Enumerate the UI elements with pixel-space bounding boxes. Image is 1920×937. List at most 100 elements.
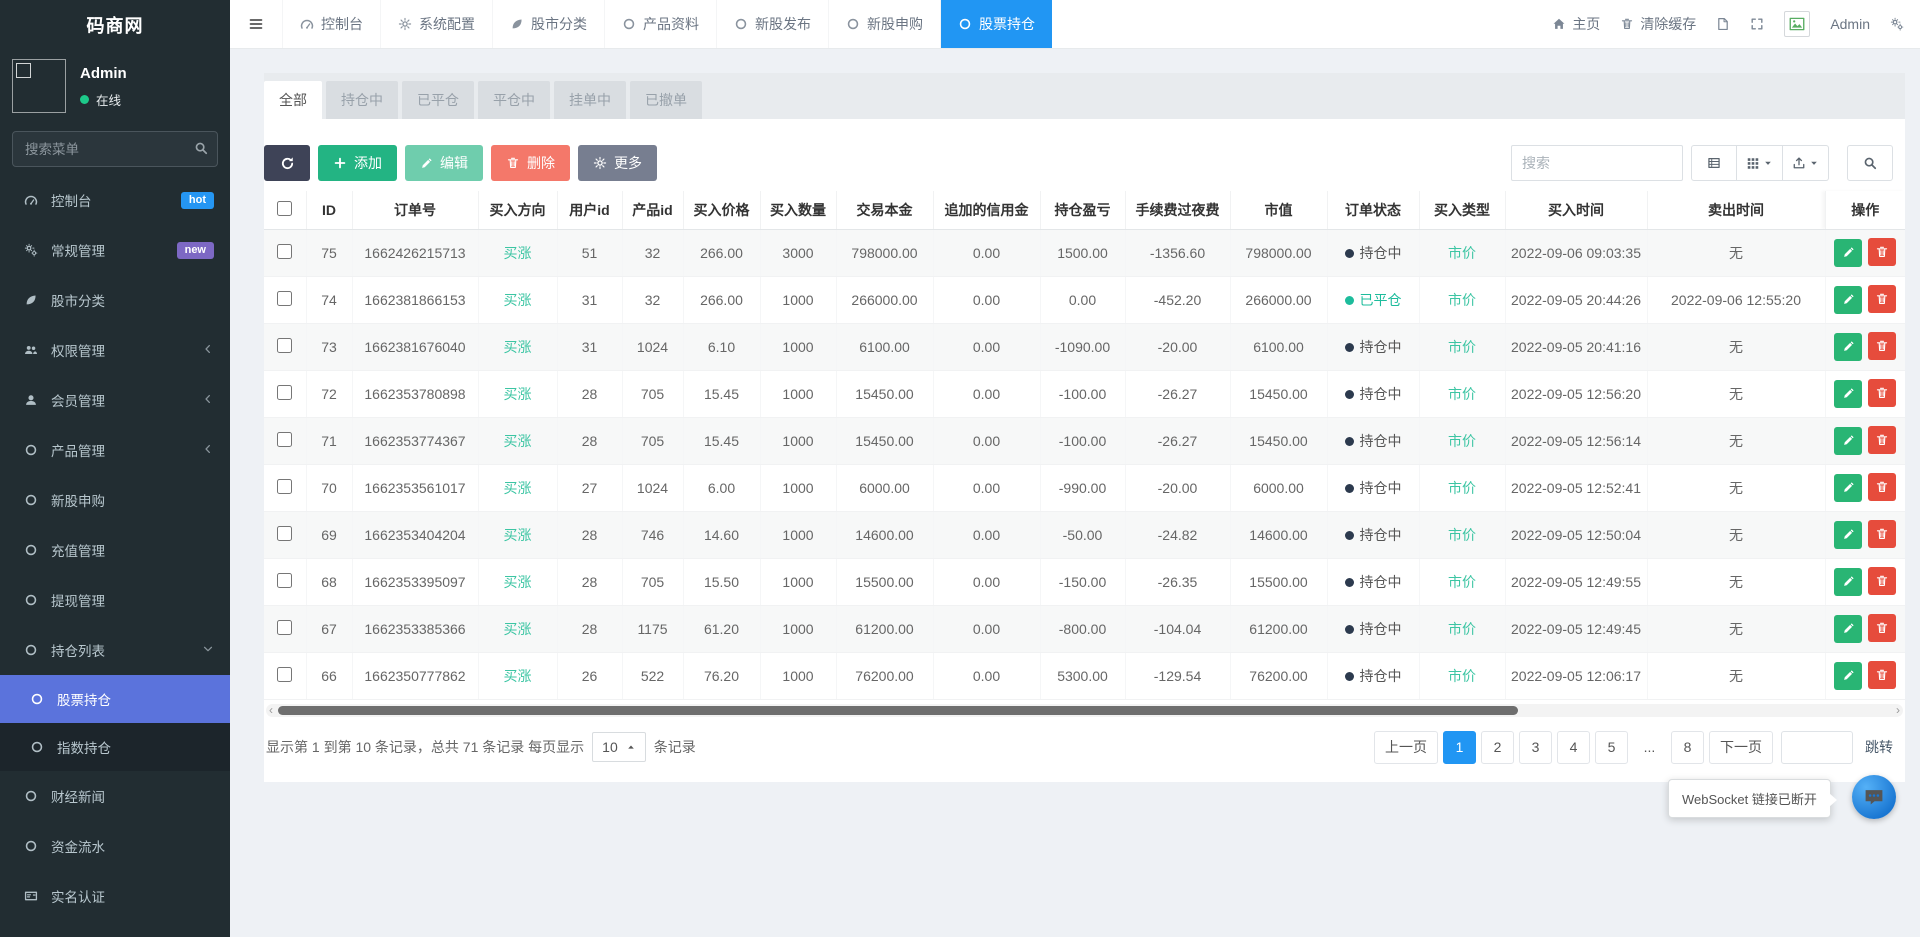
edit-button[interactable]: 编辑 [405,145,483,181]
topnav-item-2[interactable]: 股市分类 [492,0,604,48]
topnav-item-3[interactable]: 产品资料 [604,0,716,48]
export-button[interactable] [1783,145,1829,181]
row-delete-button[interactable] [1868,520,1896,548]
detail-view-button[interactable] [1691,145,1737,181]
market_value-cell: 6000.00 [1230,464,1327,511]
sidebar-subitem-9-1[interactable]: 指数持仓 [0,723,230,771]
page-jump-input[interactable] [1781,731,1853,764]
sidebar-item-12[interactable]: 实名认证 [0,871,230,921]
sidebar-item-7[interactable]: 充值管理 [0,525,230,575]
sidebar-item-4[interactable]: 会员管理 [0,375,230,425]
row-delete-button[interactable] [1868,426,1896,454]
sidebar-item-10[interactable]: 财经新闻 [0,771,230,821]
tab-2[interactable]: 已平仓 [402,81,474,119]
topnav-item-0[interactable]: 控制台 [282,0,380,48]
fullscreen-button[interactable] [1750,17,1764,31]
row-checkbox[interactable] [277,338,292,353]
page-prev-button[interactable]: 上一页 [1374,731,1438,764]
row-delete-button[interactable] [1868,661,1896,689]
topnav-item-1[interactable]: 系统配置 [380,0,492,48]
sell_time-cell: 无 [1647,558,1825,605]
scrollbar-thumb[interactable] [278,706,1518,715]
columns-button[interactable] [1737,145,1783,181]
row-checkbox[interactable] [277,291,292,306]
row-edit-button[interactable] [1834,333,1862,361]
horizontal-scrollbar[interactable]: ‹ › [266,704,1903,717]
sidebar-search-input[interactable] [12,131,218,167]
page-button-1[interactable]: 1 [1443,731,1476,764]
row-edit-button[interactable] [1834,662,1862,690]
search-submit-button[interactable] [1847,145,1893,181]
row-edit-button[interactable] [1834,380,1862,408]
page-button-4[interactable]: 4 [1557,731,1590,764]
row-checkbox[interactable] [277,432,292,447]
buy_qty-cell: 1000 [760,511,836,558]
row-delete-button[interactable] [1868,238,1896,266]
sidebar-item-0[interactable]: 控制台hot [0,175,230,225]
tab-1[interactable]: 持仓中 [326,81,398,119]
page-button-3[interactable]: 3 [1519,731,1552,764]
chat-widget-button[interactable] [1852,775,1896,819]
row-edit-button[interactable] [1834,286,1862,314]
home-link[interactable]: 主页 [1552,14,1600,34]
sidebar-item-11[interactable]: 资金流水 [0,821,230,871]
page-size-select[interactable]: 10 [592,732,646,762]
row-delete-button[interactable] [1868,379,1896,407]
row-edit-button[interactable] [1834,568,1862,596]
row-edit-button[interactable] [1834,615,1862,643]
row-checkbox[interactable] [277,479,292,494]
topnav-item-4[interactable]: 新股发布 [716,0,828,48]
topnav-item-6[interactable]: 股票持仓 [940,0,1052,48]
delete-button[interactable]: 删除 [491,145,570,181]
row-delete-button[interactable] [1868,285,1896,313]
row-edit-button[interactable] [1834,427,1862,455]
language-button[interactable] [1716,17,1730,31]
page-jump-button[interactable]: 跳转 [1865,737,1893,757]
refresh-button[interactable] [264,145,310,181]
page-button-8[interactable]: 8 [1671,731,1704,764]
clear-cache-link[interactable]: 清除缓存 [1620,14,1696,34]
tab-0[interactable]: 全部 [264,81,322,119]
row-checkbox[interactable] [277,573,292,588]
sidebar-item-9[interactable]: 持仓列表 [0,625,230,675]
actions-cell [1825,652,1905,699]
row-checkbox[interactable] [277,244,292,259]
topnav-item-5[interactable]: 新股申购 [828,0,940,48]
page-button-5[interactable]: 5 [1595,731,1628,764]
page-size-value: 10 [602,739,618,755]
row-edit-button[interactable] [1834,521,1862,549]
sidebar-item-1[interactable]: 常规管理new [0,225,230,275]
tab-3[interactable]: 平仓中 [478,81,550,119]
more-button[interactable]: 更多 [578,145,657,181]
row-delete-button[interactable] [1868,473,1896,501]
menu-toggle-icon[interactable] [230,0,282,48]
user-avatar[interactable] [1784,11,1810,37]
table-search-input[interactable] [1511,145,1683,181]
row-edit-button[interactable] [1834,239,1862,267]
sidebar-item-5[interactable]: 产品管理 [0,425,230,475]
order_no-cell: 1662426215713 [352,229,478,276]
tab-5[interactable]: 已撤单 [630,81,702,119]
select-all-checkbox[interactable] [277,201,292,216]
credit-cell: 0.00 [933,652,1040,699]
sidebar-subitem-9-0[interactable]: 股票持仓 [0,675,230,723]
sidebar-item-3[interactable]: 权限管理 [0,325,230,375]
sidebar-item-2[interactable]: 股市分类 [0,275,230,325]
page-next-button[interactable]: 下一页 [1709,731,1773,764]
row-delete-button[interactable] [1868,567,1896,595]
row-edit-button[interactable] [1834,474,1862,502]
settings-button[interactable] [1890,17,1904,31]
tab-4[interactable]: 挂单中 [554,81,626,119]
scroll-left-icon[interactable]: ‹ [269,703,273,717]
row-checkbox[interactable] [277,385,292,400]
sidebar-item-6[interactable]: 新股申购 [0,475,230,525]
row-delete-button[interactable] [1868,614,1896,642]
row-checkbox[interactable] [277,526,292,541]
row-delete-button[interactable] [1868,332,1896,360]
scroll-right-icon[interactable]: › [1896,703,1900,717]
page-button-2[interactable]: 2 [1481,731,1514,764]
row-checkbox[interactable] [277,620,292,635]
row-checkbox[interactable] [277,667,292,682]
add-button[interactable]: 添加 [318,145,397,181]
sidebar-item-8[interactable]: 提现管理 [0,575,230,625]
